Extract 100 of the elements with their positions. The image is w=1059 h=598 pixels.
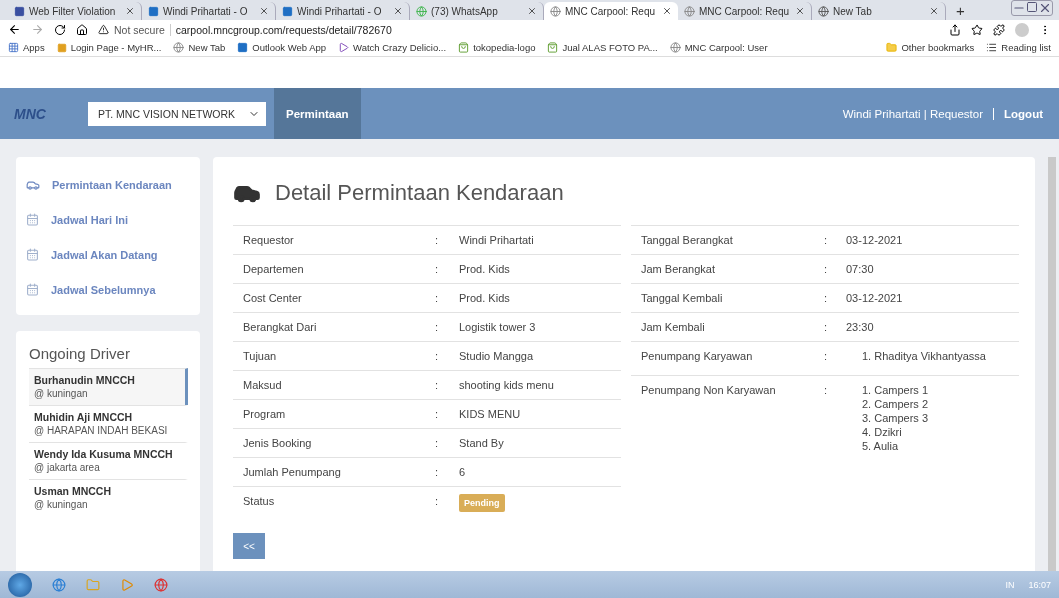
sidebar-item[interactable]: Jadwal Akan Datang <box>26 237 190 272</box>
close-icon[interactable] <box>929 6 939 16</box>
field-value: 07:30 <box>846 262 875 276</box>
close-icon[interactable] <box>393 6 403 16</box>
driver-name: Muhidin Aji MNCCH <box>34 410 134 424</box>
colon-separator: : <box>824 262 829 276</box>
field-value: Logistik tower 3 <box>459 320 537 334</box>
field-label: Departemen <box>243 262 305 276</box>
field-value: Stand By <box>459 436 505 450</box>
close-icon[interactable] <box>795 6 805 16</box>
close-icon[interactable] <box>527 6 537 16</box>
bookmark[interactable]: tokopedia-logo <box>458 42 536 53</box>
field-label: Jam Berangkat <box>641 262 716 276</box>
field-label: Jumlah Penumpang <box>243 465 342 479</box>
field-label: Program <box>243 407 287 421</box>
warning-icon <box>98 24 109 35</box>
driver-location: @ HARAPAN INDAH BEKASI <box>34 424 169 438</box>
field-value: KIDS MENU <box>459 407 522 421</box>
colon-separator: : <box>824 320 829 334</box>
calendar-icon <box>26 248 39 261</box>
driver-location: @ kuningan <box>34 387 89 401</box>
address-url[interactable]: carpool.mncgroup.com/requests/detail/782670 <box>175 23 392 36</box>
field-value: Prod. Kids <box>459 291 511 305</box>
bookmark[interactable]: Jual ALAS FOTO PA... <box>547 42 658 53</box>
star-icon[interactable] <box>971 23 983 36</box>
field-value: 4. Dzikri <box>862 425 903 439</box>
bookmark[interactable]: Outlook Web App <box>237 42 327 53</box>
page-title: Detail Permintaan Kendaraan <box>275 180 564 206</box>
bag-icon <box>458 42 470 53</box>
field-value: 2. Campers 2 <box>862 397 930 411</box>
apps-grid-icon <box>8 42 19 53</box>
mail-logo-icon <box>282 5 293 17</box>
chrome-icon[interactable] <box>154 577 168 592</box>
extensions-icon[interactable] <box>993 23 1005 36</box>
driver-item[interactable]: Burhanudin MNCCH @ kuningan <box>29 368 188 405</box>
bookmark[interactable]: Watch Crazy Delicio... <box>338 42 447 53</box>
field-label: Tujuan <box>243 349 278 363</box>
share-icon[interactable] <box>949 23 961 36</box>
other-bookmarks[interactable]: Other bookmarks <box>886 42 975 53</box>
colon-separator: : <box>435 494 440 509</box>
sidebar-item[interactable]: Jadwal Hari Ini <box>26 202 190 237</box>
sidebar-item[interactable]: Permintaan Kendaraan <box>26 167 190 202</box>
colon-separator: : <box>435 320 440 334</box>
home-icon[interactable] <box>76 23 88 36</box>
close-icon[interactable] <box>1038 1 1052 15</box>
field-value: 1. Campers 1 <box>862 383 930 397</box>
company-select[interactable]: PT. MNC VISION NETWORK <box>88 101 266 126</box>
globe-icon <box>818 5 829 17</box>
field-label: Jenis Booking <box>243 436 313 450</box>
colon-separator: : <box>435 262 440 276</box>
driver-name: Wendy Ida Kusuma MNCCH <box>34 447 174 461</box>
field-label: Tanggal Kembali <box>641 291 724 305</box>
colon-separator: : <box>435 349 440 363</box>
field-label: Jam Kembali <box>641 320 706 334</box>
colon-separator: : <box>435 233 440 247</box>
user-info: Windi Prihartati | Requestor <box>842 107 984 120</box>
bookmark[interactable]: Apps <box>8 42 45 53</box>
folder-icon <box>886 42 898 53</box>
field-value: 1. Rhaditya Vikhantyassa <box>862 349 987 363</box>
colon-separator: : <box>824 233 829 247</box>
driver-name: Usman MNCCH <box>34 484 112 498</box>
bookmark[interactable]: Login Page - MyHR... <box>56 42 162 53</box>
colon-separator: : <box>435 436 440 450</box>
start-button[interactable] <box>8 572 32 597</box>
colon-separator: : <box>435 378 440 392</box>
driver-heading: Ongoing Driver <box>29 345 131 362</box>
reload-icon[interactable] <box>54 23 66 36</box>
close-icon[interactable] <box>125 6 135 16</box>
bookmark[interactable]: New Tab <box>173 42 226 53</box>
field-value: 03-12-2021 <box>846 291 904 305</box>
field-value: Windi Prihartati <box>459 233 535 247</box>
site-icon <box>669 42 681 53</box>
field-value: 03-12-2021 <box>846 233 904 247</box>
field-label: Requestor <box>243 233 295 247</box>
field-label: Penumpang Non Karyawan <box>641 383 777 398</box>
back-icon[interactable] <box>8 23 21 36</box>
sidebar-item[interactable]: Jadwal Sebelumnya <box>26 272 190 307</box>
field-value: 3. Campers 3 <box>862 411 930 425</box>
close-icon[interactable] <box>259 6 269 16</box>
m-logo-icon <box>14 5 25 17</box>
field-value: shooting kids menu <box>459 378 555 392</box>
colon-separator: : <box>435 291 440 305</box>
colon-separator: : <box>824 383 829 398</box>
field-label: Maksud <box>243 378 283 392</box>
reading-list[interactable]: Reading list <box>986 42 1051 53</box>
field-value: 5. Aulia <box>862 439 900 453</box>
bookmark[interactable]: MNC Carpool: User <box>669 42 768 53</box>
close-icon[interactable] <box>662 6 672 16</box>
mail-logo-icon <box>237 42 249 53</box>
security-label: Not secure <box>114 23 171 36</box>
driver-location: @ kuningan <box>34 498 89 512</box>
new-tab-button[interactable]: + <box>946 2 975 20</box>
colon-separator: : <box>435 465 440 479</box>
maximize-icon[interactable] <box>1026 1 1038 13</box>
browser-tab[interactable]: MNC Carpool: Requ <box>544 2 678 20</box>
scrollbar[interactable] <box>1048 157 1056 571</box>
nav-tab[interactable]: Permintaan <box>274 88 361 139</box>
site-icon <box>550 5 561 17</box>
play-icon <box>338 42 350 53</box>
colon-separator: : <box>824 291 829 305</box>
